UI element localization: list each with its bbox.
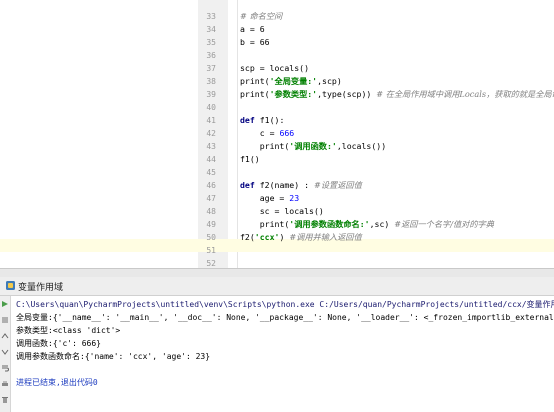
code-line: c = 666 [240,127,295,140]
line-number: 40 [206,103,216,112]
code-line: f2('ccx') #调用并输入返回值 [240,231,362,244]
code-call: print( [240,219,290,229]
code-line: print('调用函数:',locals()) [240,140,386,153]
line-number: 44 [206,155,216,164]
console-exit-message: 进程已结束,退出代码0 [16,378,98,387]
line-number: 49 [206,220,216,229]
code-number: 666 [279,128,295,138]
code-number: 23 [289,193,300,203]
code-call: print( [240,89,270,99]
line-number: 34 [206,25,216,34]
code-line: f1() [240,154,260,164]
run-tab-title[interactable]: 变量作用域 [18,280,63,293]
code-text: ,scp) [317,76,342,86]
console-line: 全局变量:{'__name__': '__main__', '__doc__':… [16,313,554,322]
line-number: 43 [206,142,216,151]
console-line: 调用参数函数命名:{'name': 'ccx', 'age': 23} [16,352,211,361]
code-line: print('调用参数函数命名:',sc) #返回一个名字/值对的字典 [240,218,494,231]
code-text: ,locals()) [336,141,387,151]
code-line: def f1(): [240,114,284,127]
line-number: 42 [206,129,216,138]
line-number: 33 [206,12,216,21]
line-number: 35 [206,38,216,47]
code-editor[interactable]: 33 34 35 36 37 38 39 40 41 42 43 44 45 4… [0,0,554,268]
code-comment: #调用并输入返回值 [289,232,362,242]
line-number: 50 [206,233,216,242]
line-number: 36 [206,51,216,60]
code-string: '全局变量:' [269,76,318,86]
line-number: 41 [206,116,216,125]
code-keyword: def [240,180,255,190]
code-text: ) [279,232,290,242]
code-line: b = 66 [240,37,270,47]
code-line: scp = locals() [240,63,310,73]
code-text: f2(name) : [254,180,314,190]
code-line: print('全局变量:',scp) [240,75,342,88]
panel-splitter[interactable] [0,268,554,277]
code-text: ,sc) [369,219,395,229]
code-comment: #设置返回值 [313,180,362,190]
line-number: 39 [206,90,216,99]
scroll-up-icon[interactable] [1,332,9,340]
wrap-icon[interactable] [1,364,10,372]
code-line: sc = locals() [240,206,324,216]
console-line: 参数类型:<class 'dict'> [16,326,121,335]
code-text: f1(): [254,115,285,125]
gutter-separator [237,0,238,268]
code-comment: #返回一个名字/值对的字典 [394,219,494,229]
code-line: print('参数类型:',type(scp)) # 在全局作用域中调用Loca… [240,88,554,101]
clear-icon[interactable] [1,396,9,404]
run-tool-window-header: 变量作用域 [0,277,554,296]
run-toolbar [0,296,11,412]
code-line: # 命名空间 [240,10,282,23]
editor-left-blank [0,0,198,268]
line-number: 51 [206,246,216,255]
console-output[interactable]: C:\Users\quan\PycharmProjects\untitled\v… [14,296,554,412]
code-comment: # 命名空间 [240,11,283,21]
line-number: 47 [206,194,216,203]
code-string: '调用参数函数命名:' [289,219,370,229]
code-text: c = [240,128,280,138]
code-string: 'ccx' [254,232,280,242]
code-text: age = [240,193,290,203]
line-number: 37 [206,64,216,73]
line-number: 38 [206,77,216,86]
code-comment: # 在全局作用域中调用Locals，获取的就是全局命 [376,89,554,99]
code-line: a = 6 [240,24,265,34]
code-call: print( [240,76,270,86]
line-number: 45 [206,168,216,177]
code-call: f2( [240,232,255,242]
code-keyword: def [240,115,255,125]
console-command-line: C:\Users\quan\PycharmProjects\untitled\v… [16,300,554,309]
rerun-icon[interactable] [1,300,9,308]
stop-icon[interactable] [1,316,9,324]
line-number: 52 [206,259,216,268]
code-line: def f2(name) : #设置返回值 [240,179,362,192]
code-line: age = 23 [240,192,299,205]
print-icon[interactable] [1,380,9,388]
python-file-icon [6,281,15,290]
line-number: 46 [206,181,216,190]
code-string: '调用函数:' [289,141,337,151]
scroll-down-icon[interactable] [1,348,9,356]
code-string: '参数类型:' [269,89,318,99]
code-text: ,type(scp)) [317,89,377,99]
line-number: 48 [206,207,216,216]
code-call: print( [240,141,290,151]
console-line: 调用函数:{'c': 666} [16,339,101,348]
